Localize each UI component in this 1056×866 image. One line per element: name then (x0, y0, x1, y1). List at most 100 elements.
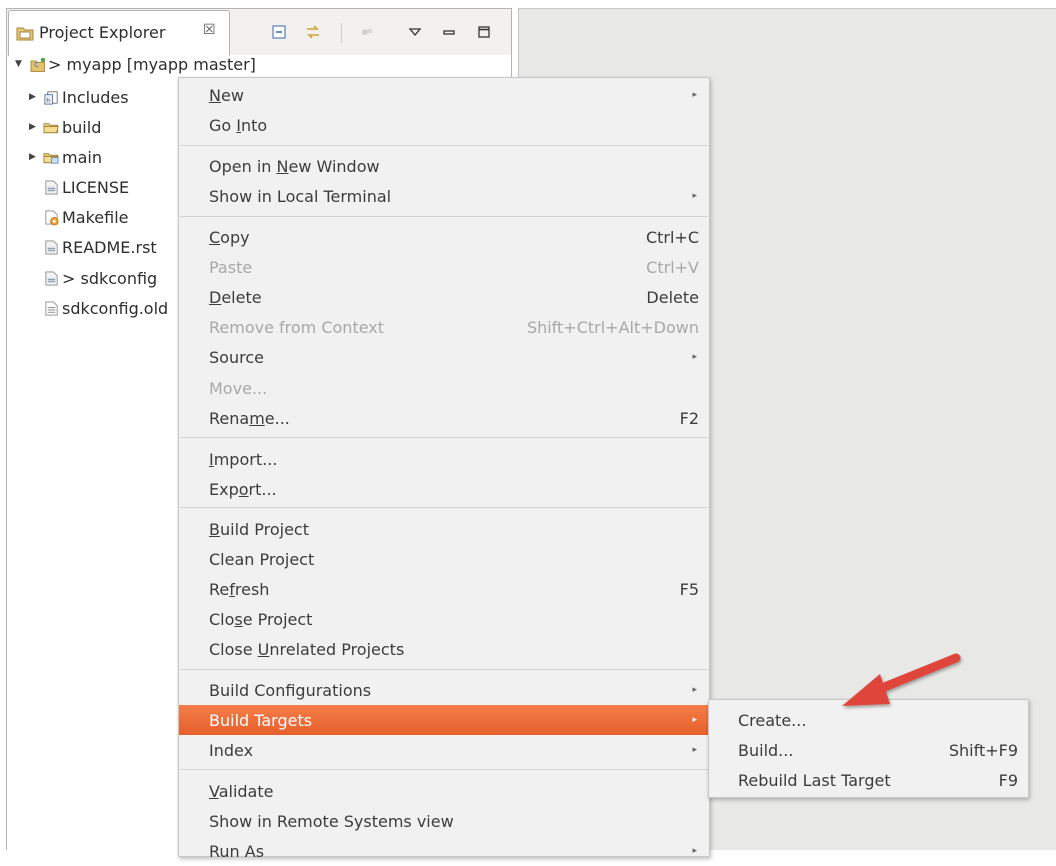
menu-item-export[interactable]: Export... (179, 474, 709, 504)
collapsed-arrow-icon[interactable]: ▶ (29, 92, 39, 102)
folder-icon (43, 119, 60, 136)
menu-item-copy[interactable]: Copy Ctrl+C (179, 222, 709, 252)
submenu-arrow-icon: ▸ (692, 745, 697, 755)
menu-item-close-project[interactable]: Close Project (179, 604, 709, 634)
menu-item-build-targets[interactable]: Build Targets ▸ (179, 705, 709, 735)
source-folder-icon (43, 149, 60, 166)
text-file-icon (43, 300, 60, 317)
menu-item-label: Build Project (209, 519, 309, 539)
menu-item-refresh[interactable]: Refresh F5 (179, 574, 709, 604)
submenu-arrow-icon: ▸ (692, 846, 697, 856)
tree-item-label: > sdkconfig (62, 268, 158, 288)
menu-item-label: Clean Project (209, 549, 315, 569)
menu-item-label: Export... (209, 479, 277, 499)
collapse-all-icon[interactable] (269, 22, 289, 42)
menu-separator (180, 216, 708, 217)
submenu-item-rebuild-last-target[interactable]: Rebuild Last Target F9 (709, 765, 1028, 795)
menu-item-go-into[interactable]: Go Into (179, 110, 709, 140)
menu-separator (180, 769, 708, 770)
menu-item-label: Go Into (209, 115, 268, 135)
tree-item-project[interactable]: ▼ C > myapp [myapp master] (15, 52, 256, 76)
menu-item-label: Index (209, 740, 254, 760)
menu-item-build-configurations[interactable]: Build Configurations ▸ (179, 675, 709, 705)
tree-item-label: LICENSE (62, 177, 130, 197)
menu-item-open-in-new-window[interactable]: Open in New Window (179, 151, 709, 181)
minimize-icon[interactable] (439, 22, 459, 42)
tree-item-label: > myapp [myapp master] (48, 54, 256, 74)
menu-item-label: Remove from Context (209, 317, 385, 337)
tree-item[interactable]: Makefile (29, 205, 129, 229)
menu-item-label: Delete (209, 287, 262, 307)
menu-separator (180, 507, 708, 508)
collapsed-arrow-icon[interactable]: ▶ (29, 152, 39, 162)
menu-item-label: Paste (209, 257, 253, 277)
menu-item-clean-project[interactable]: Clean Project (179, 544, 709, 574)
tree-item[interactable]: > sdkconfig (29, 266, 157, 290)
menu-item-source[interactable]: Source ▸ (179, 342, 709, 372)
menu-item-label: Close Unrelated Projects (209, 639, 405, 659)
tree-item[interactable]: README.rst (29, 235, 157, 259)
tree-item-label: sdkconfig.old (62, 298, 169, 318)
project-explorer-icon (16, 27, 34, 41)
filters-icon[interactable] (357, 22, 377, 42)
menu-item-shortcut: Delete (646, 287, 699, 307)
submenu-arrow-icon: ▸ (692, 715, 697, 725)
menu-item-label: Rebuild Last Target (738, 770, 891, 790)
submenu-arrow-icon: ▸ (692, 685, 697, 695)
menu-item-label: Open in New Window (209, 156, 380, 176)
tree-item-label: Makefile (62, 207, 129, 227)
menu-item-import[interactable]: Import... (179, 444, 709, 474)
menu-item-label: Rename... (209, 408, 290, 428)
makefile-icon (43, 209, 60, 226)
includes-icon: h (43, 89, 60, 106)
menu-item-label: Build... (738, 740, 794, 760)
collapsed-arrow-icon[interactable]: ▶ (29, 122, 39, 132)
context-menu: New ▸ Go Into Open in New Window Show in Loc… (178, 77, 710, 861)
menu-item-new[interactable]: New ▸ (179, 80, 709, 110)
menu-item-show-in-remote-systems-view[interactable]: Show in Remote Systems view (179, 806, 709, 836)
menu-item-label: Refresh (209, 579, 270, 599)
tree-item-label: Includes (62, 87, 129, 107)
tab-project-explorer[interactable]: Project Explorer ☒ (8, 10, 230, 56)
menu-item-label: Validate (209, 781, 274, 801)
file-icon (43, 179, 60, 196)
tree-item-label: build (62, 117, 102, 137)
menu-item-shortcut: Shift+Ctrl+Alt+Down (526, 317, 699, 337)
tree-item[interactable]: LICENSE (29, 175, 129, 199)
view-menu-icon[interactable] (405, 22, 425, 42)
menu-item-shortcut: F2 (679, 408, 699, 428)
tree-item[interactable]: ▶ h Includes (29, 85, 129, 109)
svg-text:h: h (46, 98, 50, 104)
menu-item-shortcut: Ctrl+C (645, 227, 699, 247)
tree-item[interactable]: ▶ build (29, 115, 101, 139)
menu-item-run-as[interactable]: Run As ▸ (179, 836, 709, 866)
tree-item[interactable]: ▶ main (29, 145, 102, 169)
tree-item-label: main (62, 147, 102, 167)
menu-item-index[interactable]: Index ▸ (179, 735, 709, 765)
menu-item-shortcut: Ctrl+V (646, 257, 699, 277)
menu-item-label: Run As (209, 841, 265, 861)
tree-item[interactable]: sdkconfig.old (29, 296, 168, 320)
menu-item-validate[interactable]: Validate (179, 776, 709, 806)
menu-item-build-project[interactable]: Build Project (179, 514, 709, 544)
toolbar-divider (341, 23, 342, 43)
menu-item-remove-from-context: Remove from Context Shift+Ctrl+Alt+Down (179, 312, 709, 342)
file-icon (43, 270, 60, 287)
submenu-item-build[interactable]: Build... Shift+F9 (709, 735, 1028, 765)
menu-item-label: Copy (209, 227, 250, 247)
menu-item-label: Source (209, 347, 264, 367)
menu-item-label: Build Targets (209, 710, 313, 730)
expanded-arrow-icon[interactable]: ▼ (15, 59, 25, 69)
menu-item-show-in-local-terminal[interactable]: Show in Local Terminal ▸ (179, 181, 709, 211)
menu-item-delete[interactable]: Delete Delete (179, 282, 709, 312)
maximize-icon[interactable] (474, 22, 494, 42)
menu-item-rename[interactable]: Rename... F2 (179, 403, 709, 433)
link-editor-icon[interactable] (303, 22, 323, 42)
annotation-arrow-icon (842, 653, 961, 706)
tree-item-label: README.rst (62, 237, 157, 257)
close-icon[interactable]: ☒ (203, 22, 216, 38)
menu-item-close-unrelated-projects[interactable]: Close Unrelated Projects (179, 634, 709, 664)
menu-item-label: Build Configurations (209, 680, 372, 700)
menu-item-label: Show in Remote Systems view (209, 811, 454, 831)
svg-text:C: C (34, 61, 39, 69)
